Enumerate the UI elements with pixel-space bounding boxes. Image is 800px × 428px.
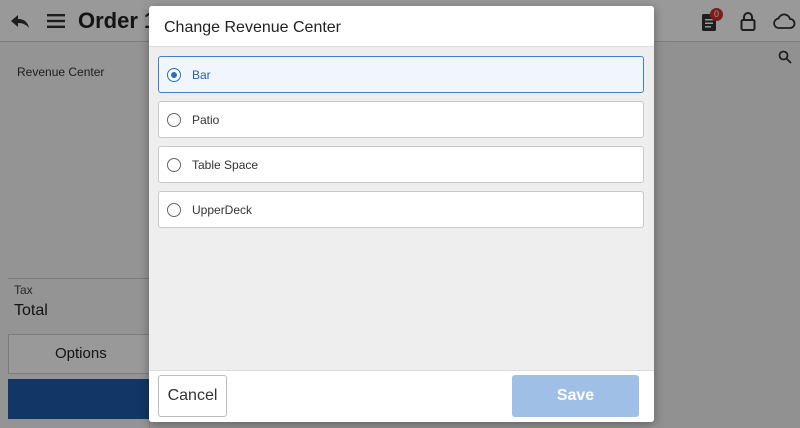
dialog-footer: Cancel Save [149, 370, 654, 422]
dialog-title: Change Revenue Center [164, 19, 342, 36]
dialog-header: Change Revenue Center [149, 6, 654, 47]
option-patio[interactable]: Patio [158, 101, 644, 138]
cancel-button[interactable]: Cancel [158, 375, 227, 417]
option-label: UpperDeck [192, 203, 253, 217]
option-table-space[interactable]: Table Space [158, 146, 644, 183]
option-label: Bar [192, 68, 211, 82]
save-button[interactable]: Save [512, 375, 639, 417]
option-label: Table Space [192, 158, 259, 172]
radio-icon[interactable] [167, 158, 181, 172]
option-bar[interactable]: Bar [158, 56, 644, 93]
change-revenue-center-dialog: Change Revenue Center Bar Patio Table Sp… [149, 6, 654, 422]
revenue-center-options: Bar Patio Table Space UpperDeck [158, 56, 644, 236]
option-label: Patio [192, 113, 220, 127]
radio-icon[interactable] [167, 203, 181, 217]
radio-selected-icon[interactable] [167, 68, 181, 82]
option-upperdeck[interactable]: UpperDeck [158, 191, 644, 228]
radio-icon[interactable] [167, 113, 181, 127]
